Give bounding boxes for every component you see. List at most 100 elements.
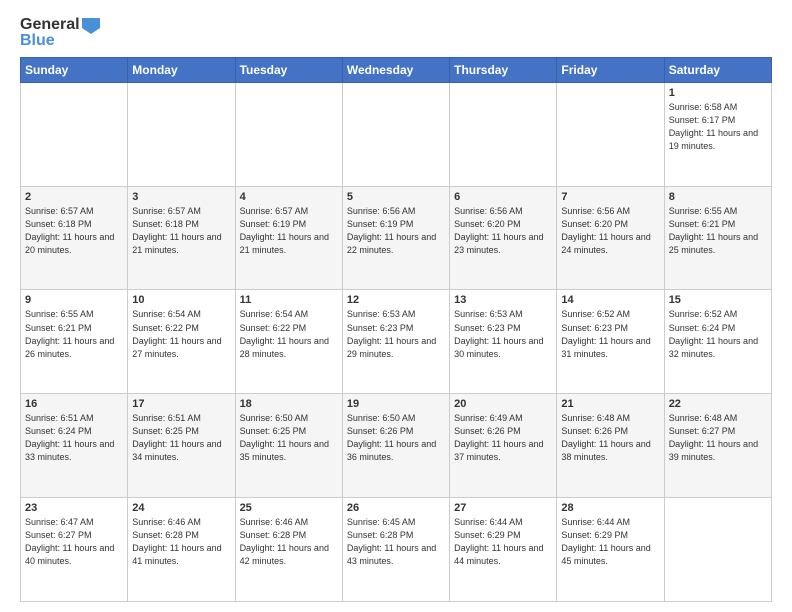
day-number: 23 [25,502,123,514]
day-info: Sunrise: 6:46 AM Sunset: 6:28 PM Dayligh… [240,516,338,568]
day-info: Sunrise: 6:56 AM Sunset: 6:20 PM Dayligh… [454,205,552,257]
weekday-header-friday: Friday [557,57,664,82]
week-row-2: 9 Sunrise: 6:55 AM Sunset: 6:21 PM Daylig… [21,290,772,394]
day-info: Sunrise: 6:48 AM Sunset: 6:26 PM Dayligh… [561,412,659,464]
day-info: Sunrise: 6:52 AM Sunset: 6:23 PM Dayligh… [561,308,659,360]
day-cell [235,82,342,186]
weekday-header-monday: Monday [128,57,235,82]
day-info: Sunrise: 6:46 AM Sunset: 6:28 PM Dayligh… [132,516,230,568]
day-number: 3 [132,191,230,203]
day-info: Sunrise: 6:56 AM Sunset: 6:20 PM Dayligh… [561,205,659,257]
logo-blue: Blue [20,32,55,50]
day-cell: 6 Sunrise: 6:56 AM Sunset: 6:20 PM Daylig… [450,186,557,290]
week-row-0: 1 Sunrise: 6:58 AM Sunset: 6:17 PM Daylig… [21,82,772,186]
day-info: Sunrise: 6:54 AM Sunset: 6:22 PM Dayligh… [132,308,230,360]
day-cell: 27 Sunrise: 6:44 AM Sunset: 6:29 PM Dayli… [450,498,557,602]
day-info: Sunrise: 6:57 AM Sunset: 6:18 PM Dayligh… [25,205,123,257]
day-info: Sunrise: 6:58 AM Sunset: 6:17 PM Dayligh… [669,101,767,153]
day-number: 27 [454,502,552,514]
day-number: 6 [454,191,552,203]
day-cell: 13Sunrise: 6:53 AM Sunset: 6:23 PM Dayli… [450,290,557,394]
day-cell: 4 Sunrise: 6:57 AM Sunset: 6:19 PM Daylig… [235,186,342,290]
day-number: 22 [669,398,767,410]
day-cell: 3 Sunrise: 6:57 AM Sunset: 6:18 PM Daylig… [128,186,235,290]
day-number: 25 [240,502,338,514]
day-cell: 17 Sunrise: 6:51 AM Sunset: 6:25 PM Dayli… [128,394,235,498]
day-cell: 5 Sunrise: 6:56 AM Sunset: 6:19 PM Daylig… [342,186,449,290]
day-cell: 28 Sunrise: 6:44 AM Sunset: 6:29 PM Dayli… [557,498,664,602]
day-number: 18 [240,398,338,410]
weekday-header-wednesday: Wednesday [342,57,449,82]
day-number: 16 [25,398,123,410]
day-info: Sunrise: 6:54 AM Sunset: 6:22 PM Dayligh… [240,308,338,360]
day-number: 11 [240,294,338,306]
day-cell: 2 Sunrise: 6:57 AM Sunset: 6:18 PM Daylig… [21,186,128,290]
day-cell: 8 Sunrise: 6:55 AM Sunset: 6:21 PM Daylig… [664,186,771,290]
weekday-header-sunday: Sunday [21,57,128,82]
day-info: Sunrise: 6:50 AM Sunset: 6:26 PM Dayligh… [347,412,445,464]
day-number: 14 [561,294,659,306]
day-info: Sunrise: 6:57 AM Sunset: 6:18 PM Dayligh… [132,205,230,257]
day-number: 9 [25,294,123,306]
day-cell: 24 Sunrise: 6:46 AM Sunset: 6:28 PM Dayli… [128,498,235,602]
day-cell: 23 Sunrise: 6:47 AM Sunset: 6:27 PM Dayli… [21,498,128,602]
day-number: 4 [240,191,338,203]
day-info: Sunrise: 6:47 AM Sunset: 6:27 PM Dayligh… [25,516,123,568]
day-cell: 1 Sunrise: 6:58 AM Sunset: 6:17 PM Daylig… [664,82,771,186]
day-cell: 14 Sunrise: 6:52 AM Sunset: 6:23 PM Dayli… [557,290,664,394]
day-number: 7 [561,191,659,203]
logo-text-block: General Blue [20,16,100,51]
day-cell: 18 Sunrise: 6:50 AM Sunset: 6:25 PM Dayli… [235,394,342,498]
day-info: Sunrise: 6:53 AM Sunset: 6:23 PM Dayligh… [454,308,552,360]
day-cell [128,82,235,186]
day-cell: 7 Sunrise: 6:56 AM Sunset: 6:20 PM Daylig… [557,186,664,290]
day-cell [557,82,664,186]
day-info: Sunrise: 6:45 AM Sunset: 6:28 PM Dayligh… [347,516,445,568]
day-number: 8 [669,191,767,203]
day-info: Sunrise: 6:50 AM Sunset: 6:25 PM Dayligh… [240,412,338,464]
day-cell: 25 Sunrise: 6:46 AM Sunset: 6:28 PM Dayli… [235,498,342,602]
day-cell: 9 Sunrise: 6:55 AM Sunset: 6:21 PM Daylig… [21,290,128,394]
day-number: 1 [669,87,767,99]
week-row-1: 2 Sunrise: 6:57 AM Sunset: 6:18 PM Daylig… [21,186,772,290]
day-number: 24 [132,502,230,514]
day-number: 26 [347,502,445,514]
day-cell: 11 Sunrise: 6:54 AM Sunset: 6:22 PM Dayli… [235,290,342,394]
weekday-header-saturday: Saturday [664,57,771,82]
day-number: 2 [25,191,123,203]
day-info: Sunrise: 6:56 AM Sunset: 6:19 PM Dayligh… [347,205,445,257]
day-number: 5 [347,191,445,203]
day-number: 12 [347,294,445,306]
header: General Blue [20,16,772,51]
day-cell: 15Sunrise: 6:52 AM Sunset: 6:24 PM Dayli… [664,290,771,394]
weekday-header-tuesday: Tuesday [235,57,342,82]
calendar-table: SundayMondayTuesdayWednesdayThursdayFrid… [20,57,772,602]
day-number: 20 [454,398,552,410]
day-info: Sunrise: 6:57 AM Sunset: 6:19 PM Dayligh… [240,205,338,257]
day-cell [664,498,771,602]
week-row-4: 23 Sunrise: 6:47 AM Sunset: 6:27 PM Dayli… [21,498,772,602]
day-number: 28 [561,502,659,514]
day-info: Sunrise: 6:44 AM Sunset: 6:29 PM Dayligh… [561,516,659,568]
day-info: Sunrise: 6:55 AM Sunset: 6:21 PM Dayligh… [25,308,123,360]
day-info: Sunrise: 6:51 AM Sunset: 6:25 PM Dayligh… [132,412,230,464]
logo-arrow-icon [82,18,100,34]
day-cell: 26 Sunrise: 6:45 AM Sunset: 6:28 PM Dayli… [342,498,449,602]
logo: General Blue [20,16,100,51]
day-number: 21 [561,398,659,410]
weekday-header-row: SundayMondayTuesdayWednesdayThursdayFrid… [21,57,772,82]
day-info: Sunrise: 6:44 AM Sunset: 6:29 PM Dayligh… [454,516,552,568]
day-cell: 12 Sunrise: 6:53 AM Sunset: 6:23 PM Dayli… [342,290,449,394]
day-cell: 16 Sunrise: 6:51 AM Sunset: 6:24 PM Dayli… [21,394,128,498]
day-cell: 21 Sunrise: 6:48 AM Sunset: 6:26 PM Dayli… [557,394,664,498]
weekday-header-thursday: Thursday [450,57,557,82]
page: General Blue SundayMondayTuesdayWednesda… [0,0,792,612]
day-cell [342,82,449,186]
day-number: 10 [132,294,230,306]
day-cell: 22Sunrise: 6:48 AM Sunset: 6:27 PM Dayli… [664,394,771,498]
day-cell: 19Sunrise: 6:50 AM Sunset: 6:26 PM Dayli… [342,394,449,498]
day-info: Sunrise: 6:53 AM Sunset: 6:23 PM Dayligh… [347,308,445,360]
day-number: 17 [132,398,230,410]
day-info: Sunrise: 6:51 AM Sunset: 6:24 PM Dayligh… [25,412,123,464]
day-info: Sunrise: 6:55 AM Sunset: 6:21 PM Dayligh… [669,205,767,257]
